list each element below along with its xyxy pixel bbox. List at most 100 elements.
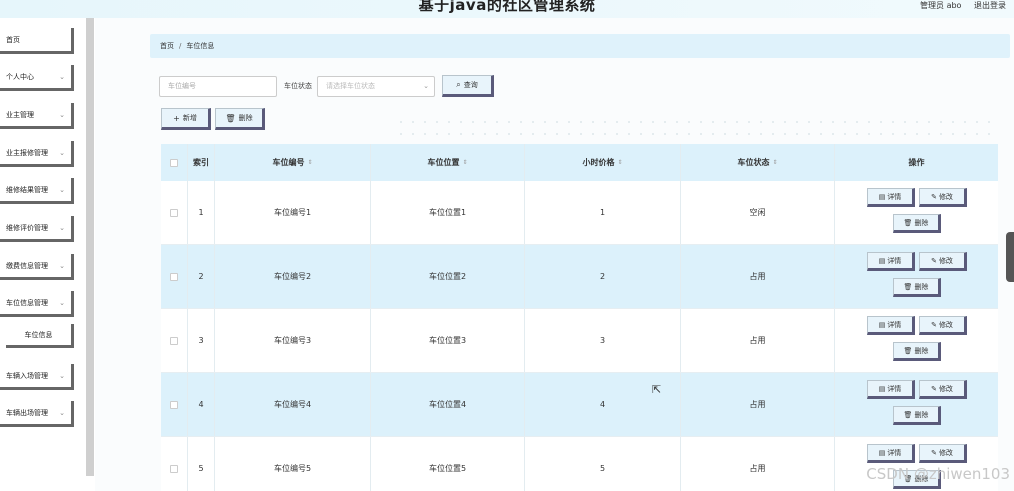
sidebar-item-label: 缴费信息管理 (6, 262, 48, 270)
table-header: 索引 车位编号 ⇕ 车位位置 ⇕ 小时价格 ⇕ 车位状态 ⇕ 操作 (161, 144, 998, 181)
parking-code-input[interactable]: 车位编号 (159, 75, 277, 97)
table-row: 4 车位编号4 车位位置4 4 占用 ▤ 详情 ✎ 修改 🗑 删除 (161, 373, 998, 437)
sidebar-item-home[interactable]: 首页 (0, 28, 74, 54)
operations-cell: ▤ 详情 ✎ 修改 🗑 删除 (835, 181, 998, 244)
detail-button[interactable]: ▤ 详情 (867, 444, 915, 463)
row-checkbox[interactable] (170, 336, 178, 345)
sidebar-scrollbar[interactable] (86, 18, 94, 476)
edit-button[interactable]: ✎ 修改 (919, 316, 967, 335)
chevron-down-icon: ⌄ (59, 149, 65, 157)
code-cell: 车位编号2 (215, 245, 371, 308)
watermark: CSDN @zhiwen103 (866, 465, 1010, 483)
delete-button[interactable]: 🗑 删除 (215, 108, 265, 130)
query-button[interactable]: ⌕ 查询 (442, 75, 494, 97)
column-header-price[interactable]: 小时价格 ⇕ (525, 144, 681, 181)
column-header-code[interactable]: 车位编号 ⇕ (215, 144, 371, 181)
main-content: 首页 / 车位信息 车位编号 车位状态 请选择车位状态 ⌄ ⌕ 查询 + 新增 🗑 删除 … (95, 18, 1014, 491)
row-select-cell (161, 309, 188, 372)
row-checkbox[interactable] (170, 208, 178, 217)
sidebar-item-repair-request-management[interactable]: 业主报修管理 ⌄ (0, 141, 74, 167)
add-button[interactable]: + 新增 (161, 108, 211, 130)
row-delete-button[interactable]: 🗑 删除 (893, 406, 941, 425)
sort-icon: ⇕ (772, 159, 778, 166)
status-select[interactable]: 请选择车位状态 ⌄ (317, 75, 435, 97)
row-delete-button-label: 删除 (914, 346, 929, 355)
position-cell: 车位位置1 (371, 181, 525, 244)
row-delete-button[interactable]: 🗑 删除 (893, 214, 941, 233)
chevron-down-icon: ⌄ (59, 262, 65, 270)
edit-button[interactable]: ✎ 修改 (919, 252, 967, 271)
column-header-status[interactable]: 车位状态 ⇕ (681, 144, 835, 181)
row-delete-button[interactable]: 🗑 删除 (893, 342, 941, 361)
chevron-down-icon: ⌄ (423, 81, 429, 90)
status-select-placeholder: 请选择车位状态 (326, 81, 375, 90)
breadcrumb-home[interactable]: 首页 (160, 42, 174, 50)
sort-icon: ⇕ (617, 159, 623, 166)
select-all-checkbox[interactable] (170, 158, 178, 167)
trash-icon: 🗑 (903, 282, 913, 291)
breadcrumb: 首页 / 车位信息 (150, 34, 1010, 58)
sidebar-item-repair-review-management[interactable]: 维修评价管理 ⌄ (0, 216, 74, 242)
edit-icon: ✎ (931, 256, 937, 265)
table-row: 1 车位编号1 车位位置1 1 空闲 ▤ 详情 ✎ 修改 🗑 删除 (161, 181, 998, 245)
sidebar-item-payment-management[interactable]: 缴费信息管理 ⌄ (0, 254, 74, 280)
document-icon: ▤ (878, 448, 886, 457)
index-cell: 1 (188, 181, 215, 244)
breadcrumb-separator: / (179, 42, 182, 50)
sidebar-item-vehicle-exit-management[interactable]: 车辆出场管理 ⌄ (0, 401, 74, 427)
sidebar-item-personal-center[interactable]: 个人中心 ⌄ (0, 65, 74, 91)
detail-button-label: 详情 (887, 256, 902, 265)
logout-link[interactable]: 退出登录 (974, 1, 1006, 10)
sidebar: 首页 个人中心 ⌄ 业主管理 ⌄ 业主报修管理 ⌄ 维修结果管理 ⌄ 维修评价管理 ⌄ 缴… (0, 18, 95, 491)
chevron-down-icon: ⌄ (59, 372, 65, 380)
price-cell: 2 (525, 245, 681, 308)
detail-button[interactable]: ▤ 详情 (867, 188, 915, 207)
edit-button[interactable]: ✎ 修改 (919, 188, 967, 207)
index-cell: 2 (188, 245, 215, 308)
table-row: 3 车位编号3 车位位置3 3 占用 ▤ 详情 ✎ 修改 🗑 删除 (161, 309, 998, 373)
sidebar-item-label: 业主管理 (6, 111, 34, 119)
row-checkbox[interactable] (170, 464, 178, 473)
trash-icon: 🗑 (225, 113, 236, 123)
row-select-cell (161, 437, 188, 491)
detail-button[interactable]: ▤ 详情 (867, 380, 915, 399)
edit-button[interactable]: ✎ 修改 (919, 380, 967, 399)
status-cell: 占用 (681, 373, 835, 436)
trash-icon: 🗑 (903, 346, 913, 355)
position-cell: 车位位置2 (371, 245, 525, 308)
edit-button[interactable]: ✎ 修改 (919, 444, 967, 463)
edit-icon: ✎ (931, 192, 937, 201)
row-delete-button[interactable]: 🗑 删除 (893, 278, 941, 297)
user-area: 管理员 abo 退出登录 (910, 0, 1006, 11)
price-cell: 1 (525, 181, 681, 244)
edit-button-label: 修改 (938, 384, 953, 393)
detail-button[interactable]: ▤ 详情 (867, 316, 915, 335)
edit-button-label: 修改 (938, 192, 953, 201)
sidebar-item-owner-management[interactable]: 业主管理 ⌄ (0, 103, 74, 129)
column-header-position[interactable]: 车位位置 ⇕ (371, 144, 525, 181)
sidebar-subitem-parking-info[interactable]: 车位信息 (6, 324, 74, 348)
row-checkbox[interactable] (170, 272, 178, 281)
search-icon: ⌕ (456, 80, 461, 89)
sidebar-item-vehicle-entry-management[interactable]: 车辆入场管理 ⌄ (0, 364, 74, 390)
detail-button[interactable]: ▤ 详情 (867, 252, 915, 271)
scroll-handle[interactable] (1006, 232, 1014, 282)
status-label: 车位状态 (284, 82, 312, 90)
row-checkbox[interactable] (170, 400, 178, 409)
sort-icon: ⇕ (307, 159, 313, 166)
edit-button-label: 修改 (938, 320, 953, 329)
chevron-down-icon: ⌄ (59, 186, 65, 194)
select-all-cell (161, 144, 188, 181)
sidebar-item-repair-result-management[interactable]: 维修结果管理 ⌄ (0, 178, 74, 204)
detail-button-label: 详情 (887, 448, 902, 457)
table-row: 2 车位编号2 车位位置2 2 占用 ▤ 详情 ✎ 修改 🗑 删除 (161, 245, 998, 309)
operations-cell: ▤ 详情 ✎ 修改 🗑 删除 (835, 373, 998, 436)
code-cell: 车位编号4 (215, 373, 371, 436)
status-cell: 占用 (681, 309, 835, 372)
sidebar-item-label: 车辆出场管理 (6, 409, 48, 417)
edit-icon: ✎ (931, 448, 937, 457)
sidebar-item-parking-management[interactable]: 车位信息管理 ⌄ (0, 291, 74, 317)
status-cell: 占用 (681, 437, 835, 491)
price-cell: 3 (525, 309, 681, 372)
chevron-down-icon: ⌄ (59, 409, 65, 417)
